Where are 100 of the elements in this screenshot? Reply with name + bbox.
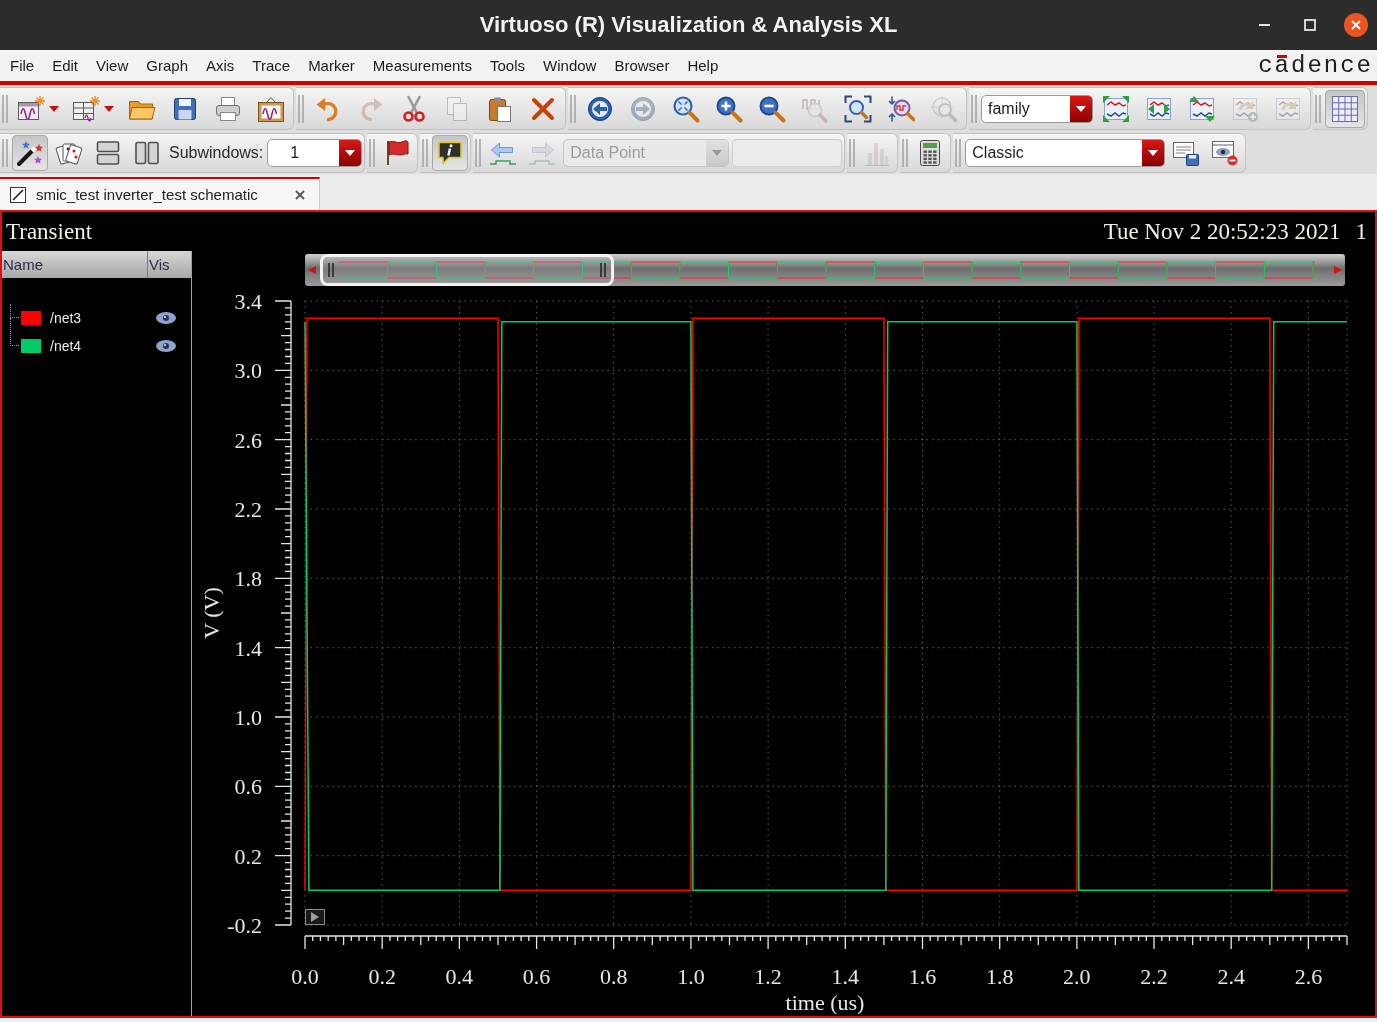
printer-icon [214, 94, 242, 123]
window-title: Virtuoso (R) Visualization & Analysis XL [479, 12, 898, 38]
trace-up-down-icon [1188, 94, 1216, 123]
menu-item[interactable]: Tools [481, 54, 535, 77]
menu-item[interactable]: Window [534, 54, 606, 77]
info-icon [436, 139, 465, 167]
caret-icon [104, 105, 114, 112]
menu-item[interactable]: Measurements [363, 54, 481, 77]
axis-tick-label: 0.6 [522, 964, 551, 989]
close-icon [295, 189, 305, 200]
menu-item[interactable]: View [87, 54, 138, 77]
drag-handle-icon[interactable] [849, 139, 856, 167]
dropdown[interactable]: family [981, 94, 1093, 123]
new-subwindow-icon [72, 94, 100, 123]
axis-tick-label: 1.0 [234, 705, 262, 730]
axis-tick-label: 1.4 [234, 635, 262, 661]
axis-tick-label: 0.0 [291, 964, 319, 989]
close-button[interactable] [1342, 11, 1370, 39]
drag-handle-icon[interactable] [2, 139, 8, 167]
drag-handle-icon[interactable] [369, 139, 376, 167]
menu-item[interactable]: Help [678, 54, 728, 77]
menu-item[interactable]: Marker [299, 54, 364, 77]
drag-handle-icon[interactable] [971, 94, 977, 123]
axis-tick-label: 2.2 [234, 497, 262, 522]
axis-tick-label: 1.2 [754, 964, 782, 989]
tab[interactable]: smic_test inverter_test schematic [0, 177, 320, 210]
minimize-icon [1258, 24, 1270, 26]
drag-handle-icon[interactable] [1315, 94, 1321, 123]
axis-tick-label: 2.0 [1063, 964, 1091, 989]
zoom-y-icon [887, 94, 915, 123]
forward-icon [629, 94, 657, 123]
caret-icon [1148, 150, 1159, 156]
axis-tick-label: 2.6 [234, 427, 262, 453]
axis-tick-label: 3.0 [234, 358, 262, 384]
crosshair-magnifier-icon [930, 94, 958, 123]
zoom-in-icon [715, 94, 743, 123]
stacked-panes-icon [94, 139, 122, 167]
triangle-right-icon [311, 912, 319, 922]
trace-arrows-out-icon [1102, 94, 1130, 123]
drag-handle-icon[interactable] [475, 139, 482, 167]
drag-handle-icon[interactable] [570, 94, 576, 123]
drag-handle-icon[interactable] [2, 94, 8, 123]
drag-handle-icon[interactable] [955, 139, 962, 167]
left-arrow-icon [489, 139, 518, 167]
axis-tick-label: 2.6 [1294, 964, 1323, 989]
caret-icon [49, 105, 59, 112]
plot-title: Transient [6, 218, 93, 245]
new-window-icon [17, 94, 45, 123]
axis-title: time (us) [785, 990, 865, 1014]
axis-tick-label: 0.8 [600, 964, 628, 989]
toolbar-button[interactable] [12, 135, 48, 171]
trace-name[interactable]: /net3 [50, 310, 82, 326]
side-panes-icon [133, 139, 161, 167]
eye-icon[interactable] [156, 312, 176, 324]
scissors-icon [400, 94, 428, 123]
caret-icon [712, 150, 723, 156]
axis-tick-label: 0.2 [234, 843, 262, 869]
trace-name[interactable]: /net4 [50, 338, 82, 354]
axis-tick-label: 2.2 [1140, 964, 1168, 989]
magic-wand-icon [16, 139, 44, 167]
cadence-logo: cadence [1258, 52, 1373, 79]
drag-handle-icon[interactable] [902, 139, 909, 167]
axis-tick-label: 1.8 [985, 964, 1014, 989]
axis-tick-label: 2.4 [1217, 964, 1245, 989]
menu-item[interactable]: Browser [605, 54, 679, 77]
framed-wave-icon [257, 94, 285, 123]
toolbar-button[interactable] [432, 135, 469, 171]
caret-icon [1076, 105, 1086, 112]
diagonal-line-icon [10, 186, 26, 203]
menu-item[interactable]: Graph [137, 54, 197, 77]
zoom-out-icon [758, 94, 786, 123]
back-icon [586, 94, 614, 123]
waveform-overview-bar[interactable] [305, 254, 1345, 286]
eye-icon[interactable] [156, 340, 176, 352]
menu-item[interactable]: Trace [243, 54, 300, 77]
window-save-icon [1172, 139, 1201, 167]
expand-button[interactable] [305, 909, 325, 925]
timestamp: Tue Nov 2 20:52:23 2021 [1103, 218, 1341, 245]
overview-handle[interactable] [320, 254, 614, 286]
drag-handle-icon[interactable] [298, 94, 304, 123]
menu-item[interactable]: File [1, 54, 44, 77]
close-icon [1344, 13, 1368, 37]
right-arrow-icon [528, 139, 557, 167]
drag-handle-icon[interactable] [422, 139, 429, 167]
axis-tick-label: 1.8 [234, 566, 262, 592]
dropdown[interactable]: Classic [965, 139, 1166, 167]
axis-title: V (V) [199, 587, 225, 639]
zoom-box-icon [844, 94, 872, 123]
menu-item[interactable]: Axis [197, 54, 244, 77]
axis-tick-label: 3.4 [234, 291, 262, 314]
eye-remove-icon [1211, 139, 1240, 167]
axis-tick-label: 0.6 [234, 774, 262, 800]
subwindows-spinbox[interactable]: 1 [267, 139, 363, 167]
axis-tick-label: 1.4 [831, 964, 860, 989]
toolbar-label: Subwindows: [168, 144, 265, 162]
axis-tick-label: 0.4 [445, 964, 474, 989]
tab-close-button[interactable] [293, 187, 307, 202]
menu-item[interactable]: Edit [43, 54, 88, 77]
caret-icon [345, 150, 356, 156]
grid-icon [1331, 94, 1359, 123]
